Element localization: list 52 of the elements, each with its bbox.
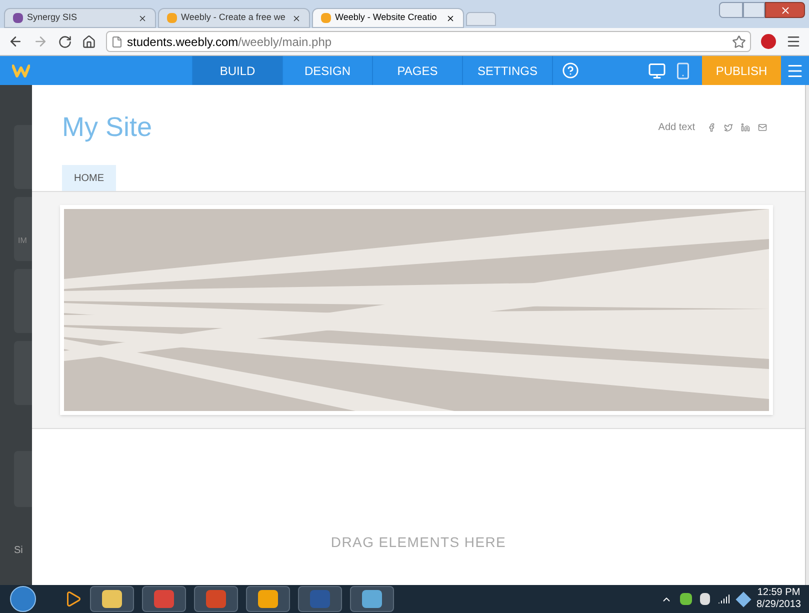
phone-icon[interactable] (674, 62, 692, 80)
browser-tab[interactable]: Synergy SIS (4, 8, 156, 28)
url-text: students.weebly.com/weebly/main.php (127, 34, 332, 50)
taskbar-button[interactable] (246, 586, 290, 612)
facebook-icon[interactable] (707, 122, 716, 132)
clock-time: 12:59 PM (757, 587, 800, 599)
sidebar-label: Si (14, 544, 23, 558)
element-tile[interactable]: IM (14, 197, 32, 261)
tab-title: Synergy SIS (27, 11, 78, 24)
tab-title: Weebly - Create a free we (181, 11, 286, 24)
back-icon[interactable] (8, 34, 23, 49)
clock-date: 8/29/2013 (756, 599, 801, 611)
forward-icon[interactable] (33, 34, 48, 49)
media-player-icon[interactable] (64, 590, 82, 608)
close-button[interactable] (765, 2, 805, 18)
bookmark-star-icon[interactable] (732, 34, 746, 48)
favicon-icon (321, 13, 331, 23)
favicon-icon (167, 13, 177, 23)
home-icon[interactable] (82, 34, 96, 48)
browser-tab[interactable]: Weebly - Create a free we (158, 8, 310, 28)
taskbar-button[interactable] (90, 586, 134, 612)
close-icon[interactable] (446, 14, 455, 22)
site-title[interactable]: My Site (62, 107, 152, 148)
mail-icon[interactable] (758, 122, 767, 132)
menu-icon[interactable] (786, 34, 801, 49)
favicon-icon (13, 13, 23, 23)
linkedin-icon[interactable] (741, 122, 750, 132)
element-tile[interactable] (14, 341, 32, 405)
maximize-button[interactable] (743, 2, 765, 18)
site-nav-item[interactable]: HOME (62, 165, 116, 191)
close-icon (780, 4, 790, 16)
twitter-icon[interactable] (724, 122, 733, 132)
editor-tab[interactable]: BUILD (192, 56, 282, 85)
minimize-button[interactable] (719, 2, 743, 18)
drop-hint: DRAG ELEMENTS HERE (330, 533, 506, 552)
reload-icon[interactable] (58, 34, 72, 48)
page-icon (111, 36, 123, 48)
tab-title: Weebly - Website Creatio (335, 11, 438, 24)
browser-tab[interactable]: Weebly - Website Creatio (312, 8, 464, 28)
close-icon[interactable] (138, 14, 147, 22)
help-icon[interactable] (562, 62, 579, 79)
close-icon[interactable] (292, 14, 301, 22)
publish-button[interactable]: PUBLISH (702, 56, 781, 85)
element-tile[interactable] (14, 451, 32, 507)
add-text[interactable]: Add text (658, 120, 695, 135)
desktop-icon[interactable] (648, 62, 666, 80)
start-button[interactable] (10, 586, 36, 612)
taskbar-button[interactable] (350, 586, 394, 612)
logo-icon[interactable] (12, 64, 30, 78)
element-tile[interactable] (14, 269, 32, 333)
element-tile[interactable] (14, 125, 32, 189)
address-bar[interactable]: students.weebly.com/weebly/main.php (106, 31, 751, 52)
